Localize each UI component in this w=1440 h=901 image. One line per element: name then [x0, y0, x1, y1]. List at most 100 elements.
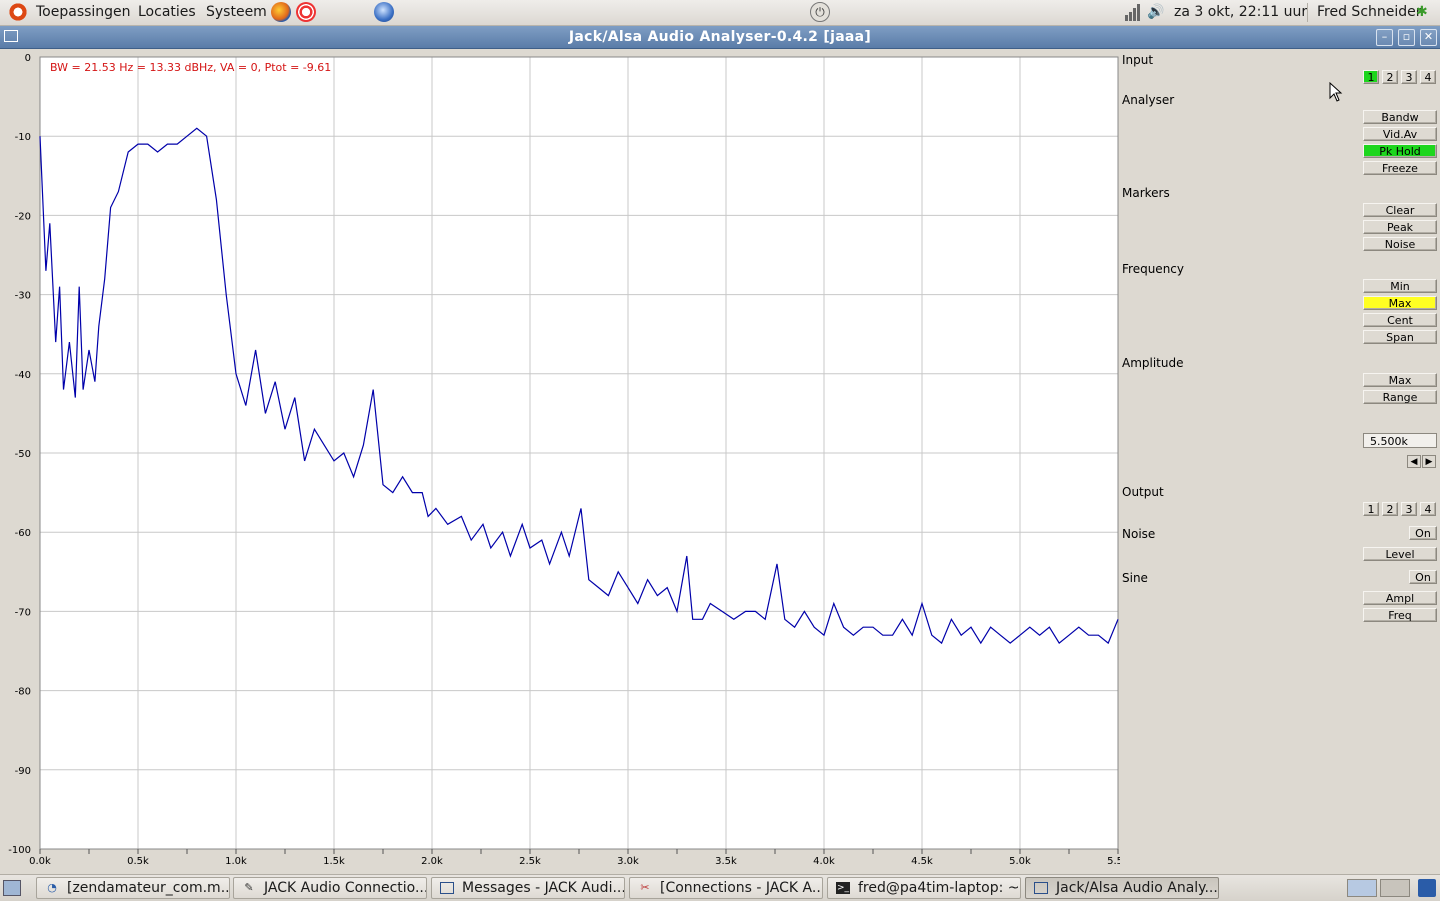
- y-tick-label: 0: [25, 53, 31, 64]
- help-lifebuoy-icon[interactable]: [296, 2, 316, 22]
- task-label: Jack/Alsa Audio Analy...: [1056, 880, 1218, 896]
- connections-task-icon: ✂: [640, 881, 650, 894]
- output-channel-3-button[interactable]: 3: [1401, 502, 1417, 516]
- firefox-icon[interactable]: [271, 2, 291, 22]
- measurement-info: BW = 21.53 Hz = 13.33 dBHz, VA = 0, Ptot…: [50, 61, 331, 74]
- frequency-center-button[interactable]: Cent: [1363, 313, 1437, 327]
- trash-icon[interactable]: [1418, 879, 1436, 897]
- close-button[interactable]: ✕: [1420, 29, 1437, 46]
- task-label: [zendamateur_com.m...: [67, 880, 230, 896]
- noise-on-button[interactable]: On: [1409, 526, 1437, 540]
- x-tick-label: 4.0k: [813, 856, 835, 867]
- volume-icon[interactable]: 🔊: [1147, 0, 1164, 25]
- minimize-button[interactable]: –: [1376, 29, 1393, 46]
- frequency-span-button[interactable]: Span: [1363, 330, 1437, 344]
- task-jack-connections[interactable]: ✂ [Connections - JACK A...: [629, 877, 823, 899]
- user-status-icon[interactable]: ✱: [1416, 0, 1428, 25]
- show-desktop-icon[interactable]: [3, 880, 21, 896]
- power-icon[interactable]: ⏻: [810, 2, 830, 22]
- noise-section-label: Noise: [1122, 527, 1156, 541]
- task-label: [Connections - JACK A...: [660, 880, 823, 896]
- x-tick-label: 2.0k: [421, 856, 443, 867]
- analyser-section-label: Analyser: [1122, 93, 1175, 107]
- markers-peak-button[interactable]: Peak: [1363, 220, 1437, 234]
- x-tick-label: 2.5k: [519, 856, 541, 867]
- noise-level-button[interactable]: Level: [1363, 547, 1437, 561]
- frequency-min-button[interactable]: Min: [1363, 279, 1437, 293]
- y-tick-label: -20: [15, 211, 31, 222]
- value-entry-field[interactable]: 5.500k: [1363, 433, 1437, 448]
- workspace-1[interactable]: [1347, 879, 1377, 897]
- y-tick-label: -30: [15, 291, 31, 302]
- window-task-icon: [440, 882, 454, 894]
- bottom-taskbar: ◔ [zendamateur_com.m... ✎ JACK Audio Con…: [0, 874, 1440, 901]
- menu-applications[interactable]: Toepassingen: [36, 0, 131, 25]
- menu-system[interactable]: Systeem: [206, 0, 267, 25]
- output-channel-2-button[interactable]: 2: [1382, 502, 1398, 516]
- input-channel-1-button[interactable]: 1: [1363, 70, 1379, 84]
- frequency-max-button[interactable]: Max: [1363, 296, 1437, 310]
- maximize-button[interactable]: ▫: [1398, 29, 1415, 46]
- y-tick-label: -70: [15, 607, 31, 618]
- spectrum-plot[interactable]: 0.0k 0.5k 1.0k 1.5k 2.0k 2.5k 3.0k 3.5k 4.0k 4.5k…: [0, 49, 1120, 873]
- y-tick-label: -80: [15, 687, 31, 698]
- window-task-icon: [1034, 882, 1048, 894]
- task-label: Messages - JACK Audi...: [462, 880, 625, 896]
- top-panel: Toepassingen Locaties Systeem ⏻ 🔊 za 3 o…: [0, 0, 1440, 26]
- output-channel-1-button[interactable]: 1: [1363, 502, 1379, 516]
- mouse-pointer-icon: [1329, 82, 1343, 102]
- amplitude-range-button[interactable]: Range: [1363, 390, 1437, 404]
- clock[interactable]: za 3 okt, 22:11 uur: [1174, 0, 1307, 25]
- workspace-2[interactable]: [1380, 879, 1410, 897]
- input-channel-3-button[interactable]: 3: [1401, 70, 1417, 84]
- x-tick-label: 5.0k: [1009, 856, 1031, 867]
- video-average-button[interactable]: Vid.Av: [1363, 127, 1437, 141]
- sine-amplitude-button[interactable]: Ampl: [1363, 591, 1437, 605]
- input-section-label: Input: [1122, 53, 1154, 67]
- x-tick-label: 4.5k: [911, 856, 933, 867]
- jack-task-icon: ✎: [244, 881, 254, 894]
- sine-section-label: Sine: [1122, 571, 1148, 585]
- y-tick-label: -60: [15, 528, 31, 539]
- panel-separator: [1307, 3, 1308, 22]
- input-channel-2-button[interactable]: 2: [1382, 70, 1398, 84]
- task-zendamateur[interactable]: ◔ [zendamateur_com.m...: [36, 877, 230, 899]
- browser-task-icon: ◔: [47, 881, 57, 894]
- sine-frequency-button[interactable]: Freq: [1363, 608, 1437, 622]
- sine-on-button[interactable]: On: [1409, 570, 1437, 584]
- y-tick-label: -90: [15, 766, 31, 777]
- output-channel-4-button[interactable]: 4: [1420, 502, 1436, 516]
- value-increase-button[interactable]: ▶: [1422, 455, 1436, 468]
- y-tick-label: -40: [15, 370, 31, 381]
- bandwidth-button[interactable]: Bandw: [1363, 110, 1437, 124]
- freeze-button[interactable]: Freeze: [1363, 161, 1437, 175]
- amplitude-max-button[interactable]: Max: [1363, 373, 1437, 387]
- x-tick-label: 0.5k: [127, 856, 149, 867]
- task-jack-messages[interactable]: Messages - JACK Audi...: [431, 877, 625, 899]
- task-terminal[interactable]: >_ fred@pa4tim-laptop: ~: [827, 877, 1021, 899]
- spectrum-chart[interactable]: 0.0k 0.5k 1.0k 1.5k 2.0k 2.5k 3.0k 3.5k 4.0k 4.5k…: [0, 49, 1120, 873]
- task-label: fred@pa4tim-laptop: ~: [858, 880, 1020, 896]
- peak-hold-button[interactable]: Pk Hold: [1363, 144, 1437, 158]
- amplitude-section-label: Amplitude: [1122, 356, 1184, 370]
- user-name[interactable]: Fred Schneider: [1317, 0, 1422, 25]
- output-section-label: Output: [1122, 485, 1164, 499]
- task-audio-analyser[interactable]: Jack/Alsa Audio Analy...: [1025, 877, 1219, 899]
- x-tick-label: 5.5k: [1107, 856, 1120, 867]
- value-decrease-button[interactable]: ◀: [1407, 455, 1421, 468]
- menu-places[interactable]: Locaties: [138, 0, 196, 25]
- ubuntu-logo-icon[interactable]: [8, 2, 28, 22]
- frequency-section-label: Frequency: [1122, 262, 1184, 276]
- markers-noise-button[interactable]: Noise: [1363, 237, 1437, 251]
- x-tick-label: 3.0k: [617, 856, 639, 867]
- window-titlebar[interactable]: Jack/Alsa Audio Analyser-0.4.2 [jaaa] – …: [0, 26, 1440, 49]
- thunderbird-icon[interactable]: [374, 2, 394, 22]
- window-title: Jack/Alsa Audio Analyser-0.4.2 [jaaa]: [568, 29, 872, 45]
- x-tick-label: 1.0k: [225, 856, 247, 867]
- y-tick-label: -50: [15, 449, 31, 460]
- task-jack-connection[interactable]: ✎ JACK Audio Connectio...: [233, 877, 427, 899]
- markers-section-label: Markers: [1122, 186, 1170, 200]
- input-channel-4-button[interactable]: 4: [1420, 70, 1436, 84]
- markers-clear-button[interactable]: Clear: [1363, 203, 1437, 217]
- network-signal-icon[interactable]: [1124, 1, 1142, 26]
